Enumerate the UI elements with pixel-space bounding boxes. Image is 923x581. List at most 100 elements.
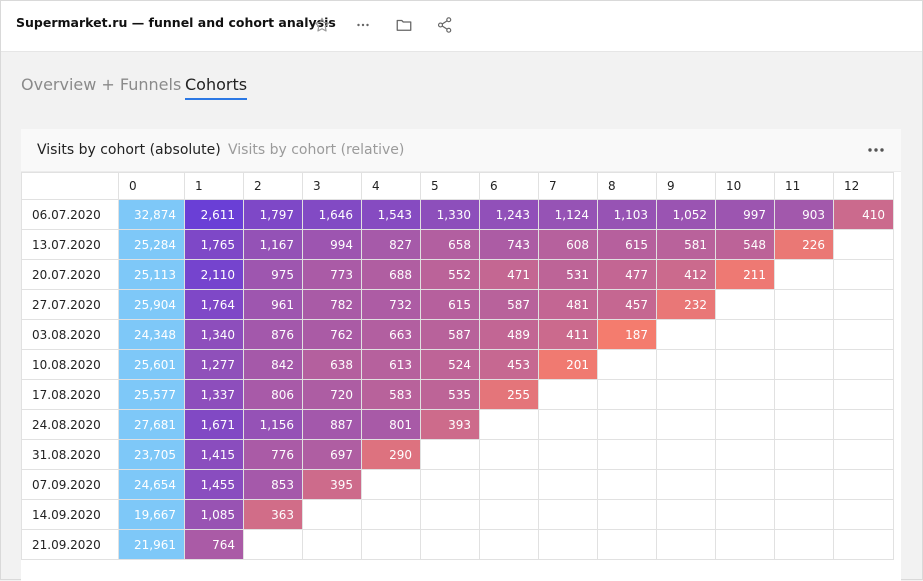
empty-cell — [833, 409, 894, 440]
cohort-cell: 255 — [479, 379, 539, 410]
cohort-cell: 1,340 — [184, 319, 244, 350]
empty-cell — [774, 529, 834, 560]
table-row: 24.08.2020 27,681 1,671 1,156 887 801 393 — [21, 409, 894, 440]
tab-visits-absolute[interactable]: Visits by cohort (absolute) — [37, 142, 221, 158]
cohort-cell: 688 — [361, 259, 421, 290]
table-row: 20.07.2020 25,113 2,110 975 773 688 552 471 531 4… — [21, 259, 894, 290]
empty-cell — [597, 439, 657, 470]
cohort-cell: 773 — [302, 259, 362, 290]
empty-cell — [774, 469, 834, 500]
cohort-cell: 581 — [656, 229, 716, 260]
cohort-cell: 410 — [833, 199, 894, 230]
cohort-date: 14.09.2020 — [21, 499, 119, 530]
cohort-cell: 587 — [420, 319, 480, 350]
cohort-cell: 1,671 — [184, 409, 244, 440]
cohort-date: 20.07.2020 — [21, 259, 119, 290]
empty-cell — [833, 439, 894, 470]
empty-cell — [479, 409, 539, 440]
dashboard-title: Supermarket.ru — funnel and cohort analy… — [16, 15, 336, 30]
cohort-cell: 412 — [656, 259, 716, 290]
empty-cell — [479, 469, 539, 500]
cohort-cell: 1,052 — [656, 199, 716, 230]
empty-cell — [715, 319, 775, 350]
cohort-cell: 663 — [361, 319, 421, 350]
header-period: 0 — [118, 172, 185, 200]
empty-cell — [833, 319, 894, 350]
empty-cell — [715, 349, 775, 380]
cohort-cell: 720 — [302, 379, 362, 410]
cohort-cell: 187 — [597, 319, 657, 350]
empty-cell — [833, 289, 894, 320]
tab-cohorts[interactable]: Cohorts — [185, 75, 248, 100]
header-period: 12 — [833, 172, 894, 200]
cohort-cell: 1,330 — [420, 199, 480, 230]
cohort-cell: 457 — [597, 289, 657, 320]
tab-overview-funnels[interactable]: Overview + Funnels — [21, 75, 181, 98]
empty-cell — [656, 409, 716, 440]
empty-cell — [420, 439, 480, 470]
cohort-cell: 615 — [597, 229, 657, 260]
cohort-cell: 21,961 — [118, 529, 185, 560]
cohort-date: 17.08.2020 — [21, 379, 119, 410]
cohort-cell: 1,103 — [597, 199, 657, 230]
cohort-cell: 290 — [361, 439, 421, 470]
cohort-cell: 232 — [656, 289, 716, 320]
cohort-cell: 1,124 — [538, 199, 598, 230]
header-period: 9 — [656, 172, 716, 200]
cohort-date: 13.07.2020 — [21, 229, 119, 260]
header-period: 4 — [361, 172, 421, 200]
widget-header: Visits by cohort (absolute) Visits by co… — [21, 129, 901, 172]
empty-cell — [656, 379, 716, 410]
cohort-cell: 1,797 — [243, 199, 303, 230]
empty-cell — [420, 499, 480, 530]
share-icon[interactable] — [432, 12, 458, 38]
cohort-cell: 201 — [538, 349, 598, 380]
table-row: 21.09.2020 21,961 764 — [21, 529, 894, 560]
table-row: 27.07.2020 25,904 1,764 961 782 732 615 587 481 4… — [21, 289, 894, 320]
cohort-cell: 782 — [302, 289, 362, 320]
cohort-cell: 411 — [538, 319, 598, 350]
star-icon[interactable] — [309, 12, 335, 38]
cohort-cell: 975 — [243, 259, 303, 290]
empty-cell — [715, 499, 775, 530]
empty-cell — [361, 529, 421, 560]
cohort-cell: 531 — [538, 259, 598, 290]
cohort-cell: 535 — [420, 379, 480, 410]
cohort-cell: 961 — [243, 289, 303, 320]
empty-cell — [656, 349, 716, 380]
cohort-cell: 226 — [774, 229, 834, 260]
header-period: 8 — [597, 172, 657, 200]
cohort-cell: 762 — [302, 319, 362, 350]
empty-cell — [833, 349, 894, 380]
cohort-cell: 587 — [479, 289, 539, 320]
cohort-cell: 613 — [361, 349, 421, 380]
cohort-cell: 25,284 — [118, 229, 185, 260]
more-horizontal-icon[interactable] — [350, 12, 376, 38]
cohort-cell: 776 — [243, 439, 303, 470]
empty-cell — [538, 439, 598, 470]
folder-icon[interactable] — [391, 12, 417, 38]
table-row: 03.08.2020 24,348 1,340 876 762 663 587 489 411 1… — [21, 319, 894, 350]
widget-more-icon[interactable] — [865, 141, 887, 159]
empty-cell — [833, 499, 894, 530]
empty-cell — [538, 379, 598, 410]
empty-cell — [479, 439, 539, 470]
empty-cell — [361, 469, 421, 500]
table-row: 06.07.2020 32,874 2,611 1,797 1,646 1,543 1,33… — [21, 199, 894, 230]
empty-cell — [656, 469, 716, 500]
cohort-cell: 615 — [420, 289, 480, 320]
empty-cell — [597, 529, 657, 560]
cohort-cell: 583 — [361, 379, 421, 410]
empty-cell — [715, 409, 775, 440]
cohort-cell: 2,110 — [184, 259, 244, 290]
cohort-cell: 25,601 — [118, 349, 185, 380]
cohort-cell: 658 — [420, 229, 480, 260]
tab-visits-relative[interactable]: Visits by cohort (relative) — [228, 142, 404, 158]
header-period: 1 — [184, 172, 244, 200]
empty-cell — [833, 469, 894, 500]
cohort-cell: 211 — [715, 259, 775, 290]
cohort-cell: 548 — [715, 229, 775, 260]
cohort-cell: 2,611 — [184, 199, 244, 230]
table-row: 07.09.2020 24,654 1,455 853 395 — [21, 469, 894, 500]
cohort-cell: 903 — [774, 199, 834, 230]
